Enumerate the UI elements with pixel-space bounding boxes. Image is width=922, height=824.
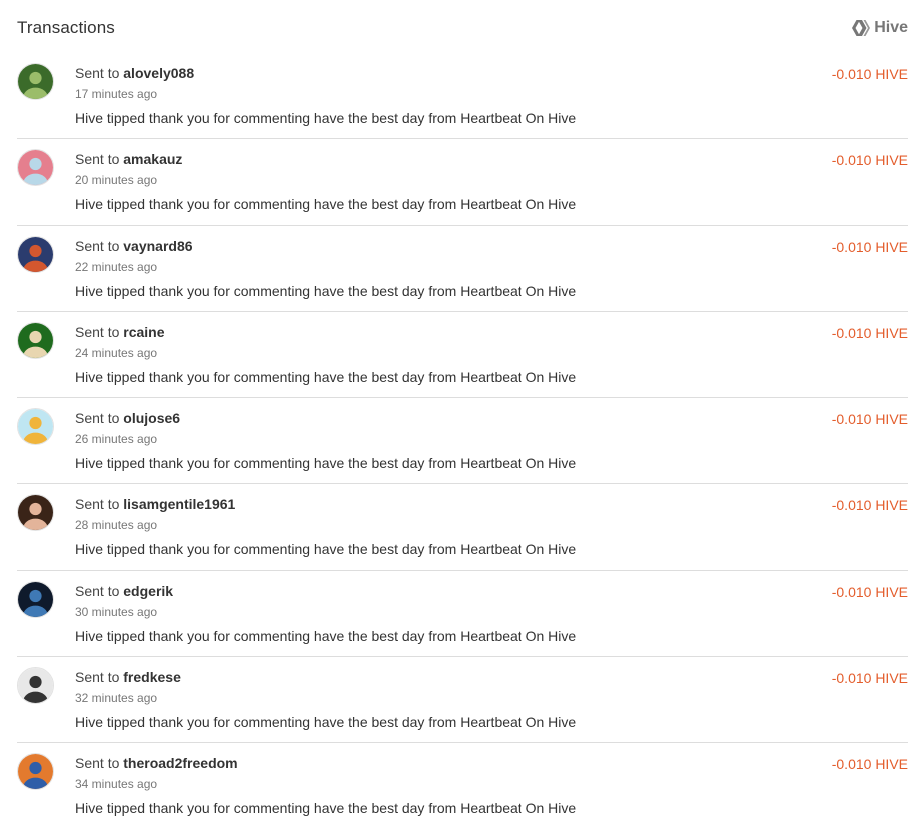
recipient-username[interactable]: edgerik: [123, 583, 173, 599]
avatar[interactable]: [17, 321, 54, 359]
network-label: Hive: [874, 19, 908, 36]
transaction-body: Sent to lisamgentile1961 28 minutes ago …: [75, 496, 908, 558]
transaction-title: Sent to lisamgentile1961: [75, 496, 908, 513]
sent-to-label: Sent to: [75, 496, 120, 513]
avatar[interactable]: [17, 494, 54, 532]
transaction-amount: -0.010 HIVE: [831, 324, 908, 341]
sent-to-label: Sent to: [75, 237, 120, 254]
transaction-amount: -0.010 HIVE: [831, 583, 908, 600]
recipient-username[interactable]: rcaine: [123, 324, 164, 340]
sent-to-label: Sent to: [75, 151, 120, 168]
transaction-time: 26 minutes ago: [75, 432, 158, 447]
transaction-amount: -0.010 HIVE: [831, 238, 908, 255]
transaction-title: Sent to olujose6: [75, 410, 908, 427]
transaction-row: Sent to fredkese 32 minutes ago Hive tip…: [17, 657, 908, 744]
transaction-body: Sent to fredkese 32 minutes ago Hive tip…: [75, 669, 908, 731]
avatar[interactable]: [17, 753, 54, 791]
transaction-time: 30 minutes ago: [75, 604, 158, 619]
transaction-title: Sent to vaynard86: [75, 238, 908, 255]
recipient-username[interactable]: theroad2freedom: [123, 755, 237, 771]
transaction-time: 34 minutes ago: [75, 777, 158, 792]
transaction-time: 17 minutes ago: [75, 87, 158, 101]
recipient-username[interactable]: lisamgentile1961: [123, 496, 235, 512]
hive-logo-icon: [852, 20, 871, 36]
avatar[interactable]: [17, 667, 54, 705]
transaction-time: 24 minutes ago: [75, 345, 158, 360]
transaction-list: Sent to alovely088 17 minutes ago Hive t…: [17, 53, 908, 824]
transaction-memo: Hive tipped thank you for commenting hav…: [75, 110, 577, 126]
transaction-body: Sent to rcaine 24 minutes ago Hive tippe…: [75, 324, 908, 386]
transaction-memo: Hive tipped thank you for commenting hav…: [75, 541, 577, 558]
transaction-body: Sent to alovely088 17 minutes ago Hive t…: [75, 65, 908, 127]
sent-to-label: Sent to: [75, 65, 120, 81]
transaction-row: Sent to alovely088 17 minutes ago Hive t…: [17, 53, 908, 140]
avatar[interactable]: [17, 408, 54, 446]
transaction-row: Sent to rcaine 24 minutes ago Hive tippe…: [17, 312, 908, 399]
transaction-amount: -0.010 HIVE: [831, 497, 908, 514]
recipient-username[interactable]: amakauz: [123, 151, 182, 167]
avatar[interactable]: [17, 149, 54, 187]
transaction-time: 20 minutes ago: [75, 173, 158, 188]
transaction-amount: -0.010 HIVE: [831, 756, 908, 773]
sent-to-label: Sent to: [75, 410, 120, 427]
transaction-title: Sent to fredkese: [75, 669, 908, 686]
transaction-row: Sent to vaynard86 22 minutes ago Hive ti…: [17, 226, 908, 312]
transaction-row: Sent to olujose6 26 minutes ago Hive tip…: [17, 398, 908, 485]
recipient-username[interactable]: alovely088: [123, 65, 194, 81]
transaction-amount: -0.010 HIVE: [831, 152, 908, 169]
sent-to-label: Sent to: [75, 669, 120, 686]
transaction-memo: Hive tipped thank you for commenting hav…: [75, 368, 577, 385]
transaction-row: Sent to amakauz 20 minutes ago Hive tipp…: [17, 139, 908, 226]
transaction-title: Sent to edgerik: [75, 583, 908, 600]
transaction-body: Sent to vaynard86 22 minutes ago Hive ti…: [75, 238, 908, 300]
transaction-memo: Hive tipped thank you for commenting hav…: [75, 800, 577, 817]
transaction-body: Sent to edgerik 30 minutes ago Hive tipp…: [75, 583, 908, 645]
transaction-time: 22 minutes ago: [75, 259, 158, 274]
transaction-time: 28 minutes ago: [75, 518, 158, 533]
transaction-time: 32 minutes ago: [75, 691, 158, 706]
page-title: Transactions: [17, 18, 115, 37]
avatar[interactable]: [17, 580, 54, 618]
sent-to-label: Sent to: [75, 755, 120, 772]
transaction-title: Sent to rcaine: [75, 324, 908, 341]
transaction-memo: Hive tipped thank you for commenting hav…: [75, 455, 577, 472]
recipient-username[interactable]: olujose6: [123, 410, 180, 426]
transaction-amount: -0.010 HIVE: [831, 670, 908, 687]
sent-to-label: Sent to: [75, 323, 120, 340]
transaction-memo: Hive tipped thank you for commenting hav…: [75, 282, 577, 299]
transaction-amount: -0.010 HIVE: [831, 411, 908, 428]
transaction-row: Sent to edgerik 30 minutes ago Hive tipp…: [17, 571, 908, 658]
network-selector[interactable]: Hive: [852, 19, 908, 37]
avatar[interactable]: [17, 235, 54, 273]
transaction-row: Sent to lisamgentile1961 28 minutes ago …: [17, 484, 908, 571]
transaction-body: Sent to theroad2freedom 34 minutes ago H…: [75, 755, 908, 817]
transaction-title: Sent to alovely088: [75, 65, 908, 82]
transactions-header: Transactions Hive: [17, 16, 908, 40]
transaction-title: Sent to amakauz: [75, 151, 908, 168]
transaction-row: Sent to theroad2freedom 34 minutes ago H…: [17, 743, 908, 824]
recipient-username[interactable]: fredkese: [123, 669, 181, 685]
transaction-title: Sent to theroad2freedom: [75, 755, 908, 772]
avatar[interactable]: [17, 63, 54, 100]
transaction-memo: Hive tipped thank you for commenting hav…: [75, 196, 577, 213]
transaction-body: Sent to amakauz 20 minutes ago Hive tipp…: [75, 151, 908, 213]
transaction-memo: Hive tipped thank you for commenting hav…: [75, 714, 577, 731]
transaction-body: Sent to olujose6 26 minutes ago Hive tip…: [75, 410, 908, 472]
recipient-username[interactable]: vaynard86: [123, 238, 192, 254]
transaction-memo: Hive tipped thank you for commenting hav…: [75, 627, 577, 644]
sent-to-label: Sent to: [75, 582, 120, 599]
transaction-amount: -0.010 HIVE: [831, 66, 908, 82]
